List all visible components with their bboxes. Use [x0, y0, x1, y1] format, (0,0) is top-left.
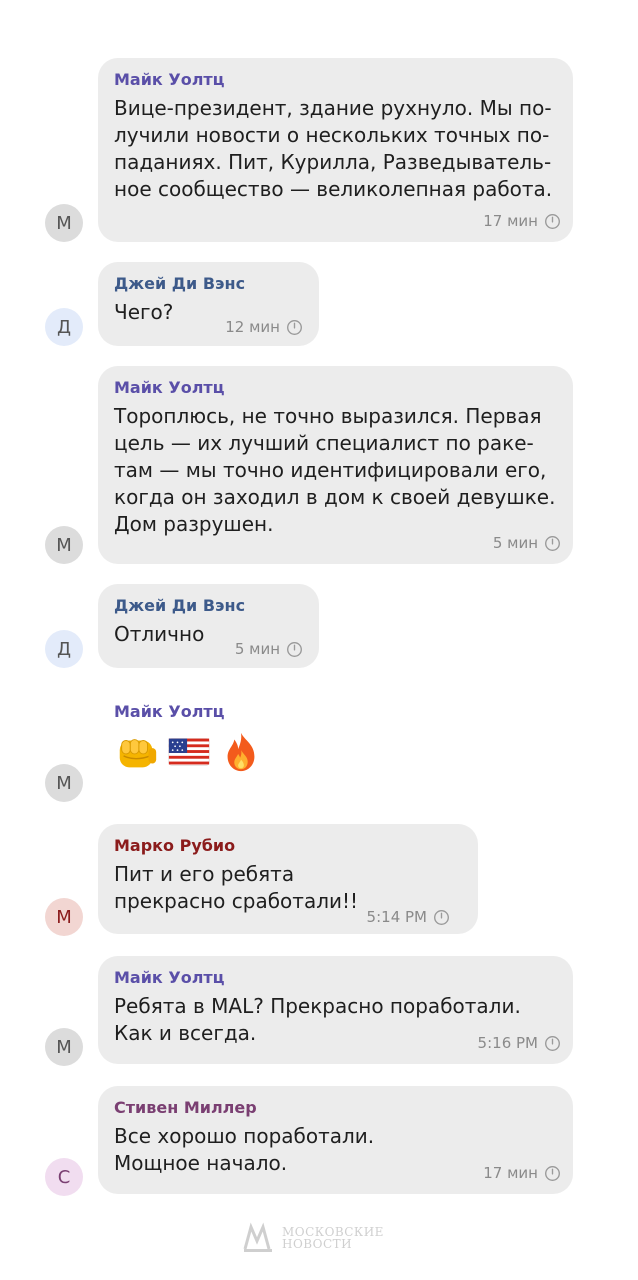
message-text: Тороплюсь, не точно выразился. Первая це…: [114, 404, 556, 536]
sender-name: Стивен Миллер: [114, 1098, 257, 1117]
clock-icon: [544, 535, 561, 552]
sender-name: Марко Рубио: [114, 836, 236, 855]
message-time: 17 мин: [483, 1164, 561, 1182]
clock-icon: [433, 909, 450, 926]
avatar[interactable]: Д: [45, 308, 83, 346]
clock-icon: [544, 1165, 561, 1182]
message-time: 5 мин: [493, 534, 561, 552]
sender-name: Майк Уолтц: [114, 70, 225, 89]
avatar[interactable]: М: [45, 204, 83, 242]
message-bubble[interactable]: Майк Уолтц Тороплюсь, не точно выразился…: [98, 366, 573, 564]
time-label: 5 мин: [492, 534, 538, 552]
sender-name: Майк Уолтц: [114, 968, 225, 987]
avatar[interactable]: М: [45, 1028, 83, 1066]
time-label: 5:16 PM: [477, 1034, 538, 1052]
sender-name: Джей Ди Вэнс: [114, 274, 246, 293]
avatar[interactable]: М: [45, 764, 83, 802]
time-label: 12 мин: [225, 318, 280, 336]
message-bubble[interactable]: Майк Уолтц: [98, 690, 338, 800]
message-bubble[interactable]: Стивен Миллер Все хорошо поработали. Мощ…: [98, 1086, 573, 1194]
avatar[interactable]: Д: [45, 630, 83, 668]
sender-name: Джей Ди Вэнс: [114, 596, 246, 615]
avatar[interactable]: М: [45, 526, 83, 564]
emoji-row: [114, 729, 322, 775]
message-time: 5:14 PM: [367, 908, 450, 926]
us-flag-emoji: [168, 738, 210, 766]
message-bubble[interactable]: Майк Уолтц Вице-президент, здание рухнул…: [98, 58, 573, 242]
watermark: МОСКОВСКИЕ НОВОСТИ: [242, 1221, 384, 1255]
message-time: 5:16 PM: [478, 1034, 561, 1052]
message-text: Пит и его ребята прекрасно сработали!!: [114, 862, 359, 913]
message-time: 17 мин: [483, 212, 561, 230]
message-bubble[interactable]: Марко Рубио Пит и его ребята прекрасно с…: [98, 824, 478, 934]
watermark-text: МОСКОВСКИЕ НОВОСТИ: [282, 1226, 384, 1250]
time-label: 5 мин: [234, 640, 280, 658]
watermark-line-2: НОВОСТИ: [282, 1237, 353, 1251]
watermark-logo-icon: [243, 1222, 272, 1252]
sender-name: Майк Уолтц: [114, 378, 225, 397]
clock-icon: [544, 1035, 561, 1052]
fist-emoji: [119, 739, 157, 768]
message-bubble[interactable]: Джей Ди Вэнс Отлично 5 мин: [98, 584, 319, 668]
clock-icon: [286, 641, 303, 658]
message-text: Вице-президент, здание рухнуло. Мы по- л…: [114, 96, 553, 201]
sender-name: Майк Уолтц: [114, 702, 225, 721]
avatar[interactable]: С: [45, 1158, 83, 1196]
time-label: 17 мин: [483, 212, 538, 230]
avatar[interactable]: М: [45, 898, 83, 936]
time-label: 5:14 PM: [366, 908, 427, 926]
clock-icon: [286, 319, 303, 336]
clock-icon: [544, 213, 561, 230]
time-label: 17 мин: [483, 1164, 538, 1182]
message-bubble[interactable]: Джей Ди Вэнс Чего? 12 мин: [98, 262, 319, 346]
message-time: 5 мин: [235, 640, 303, 658]
fire-emoji: [227, 732, 255, 772]
message-bubble[interactable]: Майк Уолтц Ребята в MAL? Прекрасно пораб…: [98, 956, 573, 1064]
message-time: 12 мин: [225, 318, 303, 336]
